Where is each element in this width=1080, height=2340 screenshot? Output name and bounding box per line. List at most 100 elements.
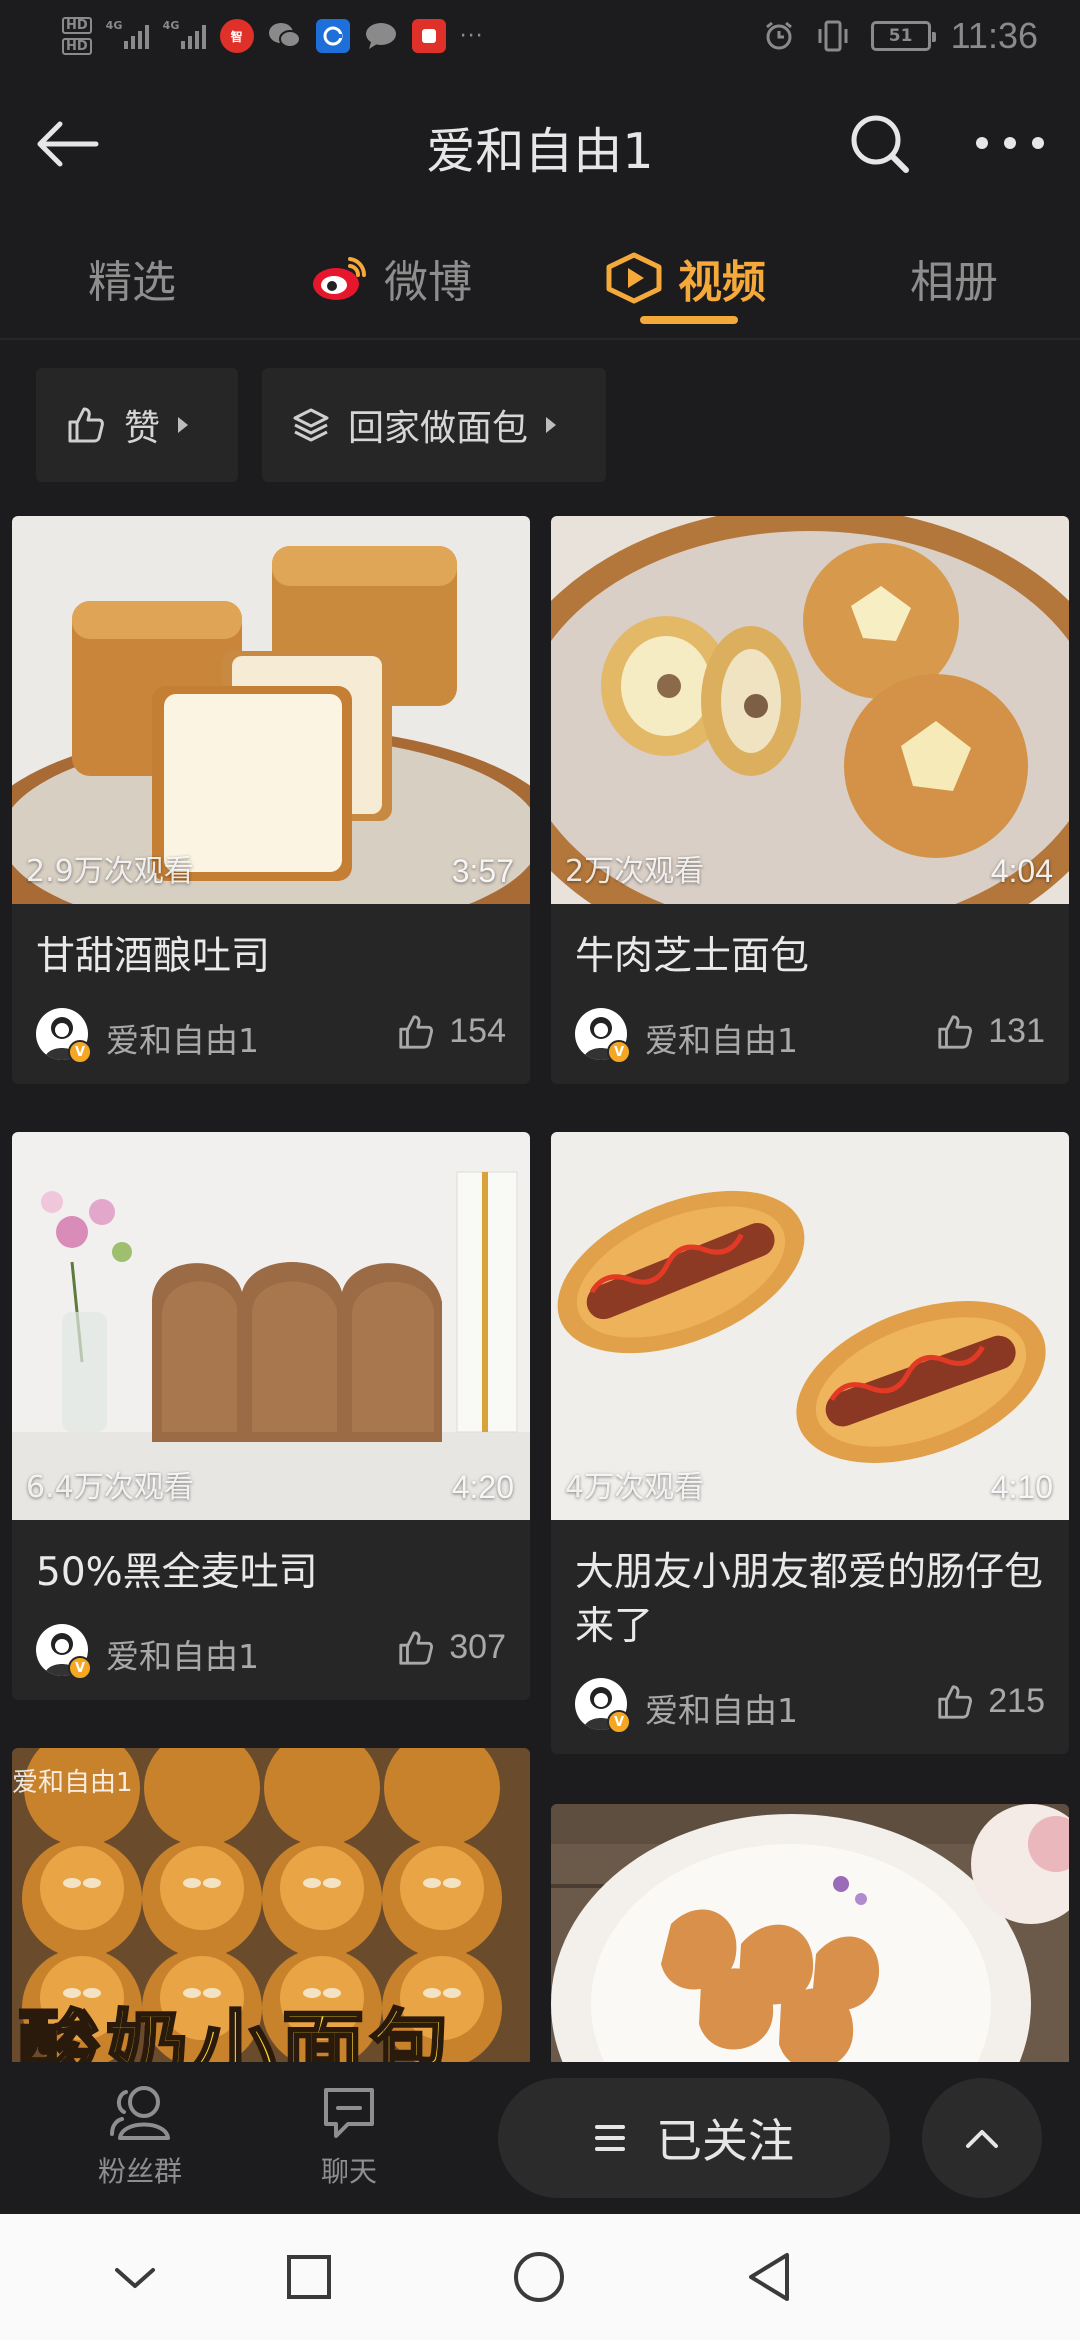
tab-featured[interactable]: 精选 [88,240,176,316]
status-right: 51 11:36 [763,14,1038,58]
battery-icon: 51 [870,21,936,51]
status-bar: HD HD 4G 4G 智 ··· 51 11:36 [0,0,1080,72]
like-count-value: 215 [988,1682,1045,1720]
video-title[interactable]: 大朋友小朋友都爱的肠仔包来了 [551,1520,1069,1654]
following-label: 已关注 [656,2114,794,2168]
video-icon [606,252,662,304]
square-icon [287,2255,331,2299]
fans-group-label: 粉丝群 [98,2155,183,2188]
message-icon [364,19,398,53]
video-card[interactable] [551,1804,1069,2062]
profile-tabs: 精选 微博 视频 相册 [0,212,1080,340]
verified-badge-icon: V [607,1710,631,1734]
view-count: 6.4万次观看 [26,1470,194,1505]
video-meta: V 爱和自由1 215 [551,1654,1069,1754]
video-feed[interactable]: 2.9万次观看 3:57 甘甜酒酿吐司 V 爱和自由1 154 2万次观看 4:… [0,502,1080,2062]
vibrate-icon [818,20,848,52]
like-filter-chip[interactable]: 赞 [36,368,238,482]
signal-icon: 4G [106,19,149,49]
bank-app-icon [315,19,350,53]
verified-badge-icon: V [68,1040,92,1064]
more-notifications-icon: ··· [459,23,484,49]
recents-button[interactable] [274,2242,344,2312]
tab-album[interactable]: 相册 [910,240,998,316]
network-label-2: 4G [162,19,180,32]
video-title[interactable]: 牛肉芝士面包 [551,904,1069,984]
alarm-icon [765,21,792,50]
thumbs-up-icon [938,1014,973,1049]
like-count-value: 154 [449,1012,506,1050]
caret-right-icon [546,417,557,433]
view-count: 2.9万次观看 [26,854,194,889]
dot-icon [1004,137,1016,149]
video-thumbnail[interactable]: 爱和自由1 酸奶小面包 [12,1748,530,2062]
collapse-nav-button[interactable] [100,2242,170,2312]
triangle-back-icon [749,2253,789,2301]
video-duration: 4:20 [451,1469,514,1505]
video-card[interactable]: 6.4万次观看 4:20 50%黑全麦吐司 V 爱和自由1 307 [12,1132,530,1700]
chat-label: 聊天 [320,2155,377,2188]
tab-weibo[interactable]: 微博 [310,240,472,316]
menu-icon [595,2125,625,2151]
more-options-button[interactable] [968,120,1052,166]
like-count-value: 307 [449,1628,506,1666]
verified-badge-icon: V [607,1040,631,1064]
video-title[interactable]: 50%黑全麦吐司 [12,1520,530,1600]
video-meta: V 爱和自由1 307 [12,1600,530,1700]
video-watermark: 爱和自由1 [12,1768,133,1798]
system-navigation-bar [0,2214,1080,2340]
collection-filter-label: 回家做面包 [348,408,529,449]
author-name[interactable]: 爱和自由1 [106,1014,259,1062]
search-button[interactable] [842,106,918,182]
filter-row: 赞 回家做面包 [0,342,1080,502]
video-title[interactable]: 甘甜酒酿吐司 [12,904,530,984]
video-duration: 3:57 [451,853,514,889]
video-card[interactable]: 2.9万次观看 3:57 甘甜酒酿吐司 V 爱和自由1 154 [12,516,530,1084]
signal-icon-2: 4G [163,19,206,49]
author-name[interactable]: 爱和自由1 [645,1684,798,1732]
video-card[interactable]: 爱和自由1 酸奶小面包 [12,1748,530,2062]
tab-video[interactable]: 视频 [604,240,766,316]
video-duration: 4:04 [990,853,1053,889]
like-count[interactable]: 215 [936,1682,1045,1721]
video-meta: V 爱和自由1 154 [12,984,530,1084]
weibo-icon [313,257,367,300]
home-button[interactable] [504,2242,574,2312]
dot-icon [976,137,988,149]
thumbs-up-icon [68,407,104,443]
fans-group-button[interactable]: 粉丝群 [98,2082,182,2190]
like-count[interactable]: 307 [397,1628,506,1667]
video-thumbnail[interactable]: 2.9万次观看 3:57 [12,516,530,904]
scroll-to-top-button[interactable] [922,2078,1042,2198]
like-count-value: 131 [988,1012,1045,1050]
following-button[interactable]: 已关注 [498,2078,890,2198]
like-count[interactable]: 131 [936,1012,1045,1051]
author-name[interactable]: 爱和自由1 [645,1014,798,1062]
video-thumbnail[interactable]: 2万次观看 4:04 [551,516,1069,904]
author-name[interactable]: 爱和自由1 [106,1630,259,1678]
video-card[interactable]: 2万次观看 4:04 牛肉芝士面包 V 爱和自由1 131 [551,516,1069,1084]
chat-button[interactable]: 聊天 [318,2082,380,2190]
wechat-icon [268,19,302,53]
video-card[interactable]: 4万次观看 4:10 大朋友小朋友都爱的肠仔包来了 V 爱和自由1 215 [551,1132,1069,1754]
back-nav-button[interactable] [734,2242,804,2312]
header: 爱和自由1 [0,72,1080,212]
video-thumbnail[interactable] [551,1804,1069,2062]
news-app-label: 智 [230,29,243,44]
active-tab-indicator [640,316,738,324]
video-duration: 4:10 [990,1469,1053,1505]
collection-filter-chip[interactable]: 回家做面包 [262,368,606,482]
search-icon [851,115,909,173]
video-thumbnail[interactable]: 4万次观看 4:10 [551,1132,1069,1520]
hd-indicator: HD HD [62,17,92,55]
tab-featured-label: 精选 [88,257,176,308]
like-count[interactable]: 154 [397,1012,506,1051]
video-thumbnail[interactable]: 6.4万次观看 4:20 [12,1132,530,1520]
bottom-action-bar: 粉丝群 聊天 已关注 [0,2062,1080,2214]
tab-album-label: 相册 [910,257,998,308]
view-count: 4万次观看 [565,1470,705,1505]
caret-right-icon [178,417,189,433]
chat-icon [324,2088,374,2138]
status-left: HD HD 4G 4G 智 ··· [62,10,484,62]
video-meta: V 爱和自由1 131 [551,984,1069,1084]
